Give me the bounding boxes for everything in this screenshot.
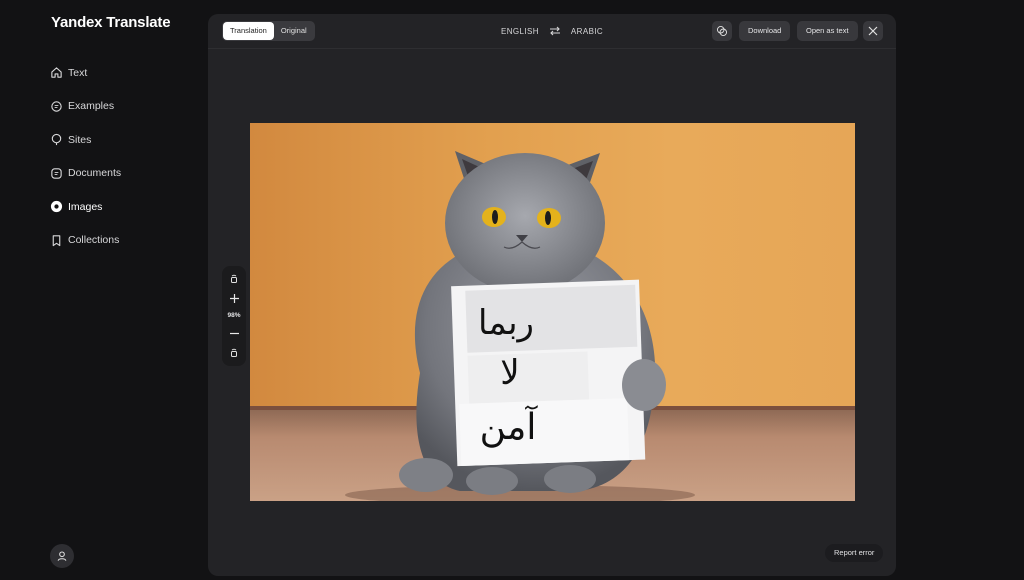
open-as-text-button[interactable]: Open as text [797,21,858,41]
document-icon [50,167,63,180]
language-pair: ENGLISH ARABIC [501,21,603,41]
camera-icon [50,200,63,213]
sidebar-item-sites[interactable]: Sites [50,123,121,157]
close-icon [868,26,878,36]
sidebar-nav: Text Examples Sites Documents Images Col… [50,56,121,257]
right-background [896,0,1024,580]
viewer-toolbar: Translation Original ENGLISH ARABIC Down… [208,14,896,49]
tab-original[interactable]: Original [274,22,314,40]
sidebar-item-examples[interactable]: Examples [50,90,121,124]
sidebar-item-documents[interactable]: Documents [50,157,121,191]
overlap-circles-icon [716,25,728,37]
home-icon [50,66,63,79]
sidebar-item-label: Sites [68,133,92,146]
sidebar-item-text[interactable]: Text [50,56,121,90]
sign-text-line-1: ربما [478,303,534,343]
chat-icon [50,100,63,113]
image-viewer-panel: Translation Original ENGLISH ARABIC Down… [208,14,896,576]
translated-image: ربما لا آمن [250,123,855,501]
reset-zoom-icon[interactable] [229,348,239,358]
app-title: Yandex Translate [51,14,171,31]
rotate-icon[interactable] [229,274,239,284]
avatar[interactable] [50,544,74,568]
zoom-controls: 98% [222,266,246,366]
cat-illustration [345,151,695,501]
globe-pin-icon [50,133,63,146]
tab-translation[interactable]: Translation [223,22,274,40]
target-language[interactable]: ARABIC [571,27,603,36]
sidebar-item-label: Images [68,200,103,213]
zoom-level: 98% [227,312,241,320]
report-error-button[interactable]: Report error [825,544,884,562]
close-button[interactable] [863,21,883,41]
sidebar-item-label: Examples [68,100,115,113]
compare-button[interactable] [712,21,732,41]
sidebar-item-label: Text [68,66,88,79]
sidebar: Yandex Translate Text Examples Sites Doc… [0,0,200,580]
sidebar-item-images[interactable]: Images [50,190,121,224]
zoom-in-icon[interactable] [229,293,240,304]
bookmark-icon [50,234,63,247]
zoom-out-icon[interactable] [229,328,240,339]
swap-languages-icon[interactable] [549,26,561,36]
sidebar-item-collections[interactable]: Collections [50,224,121,258]
view-mode-switch: Translation Original [222,21,315,41]
sign-text-line-3: آمن [479,407,537,448]
source-language[interactable]: ENGLISH [501,27,539,36]
sign-text-line-2: لا [500,353,520,393]
user-icon [57,551,67,561]
sidebar-item-label: Documents [68,167,122,180]
download-button[interactable]: Download [739,21,791,41]
sidebar-item-label: Collections [68,234,120,247]
